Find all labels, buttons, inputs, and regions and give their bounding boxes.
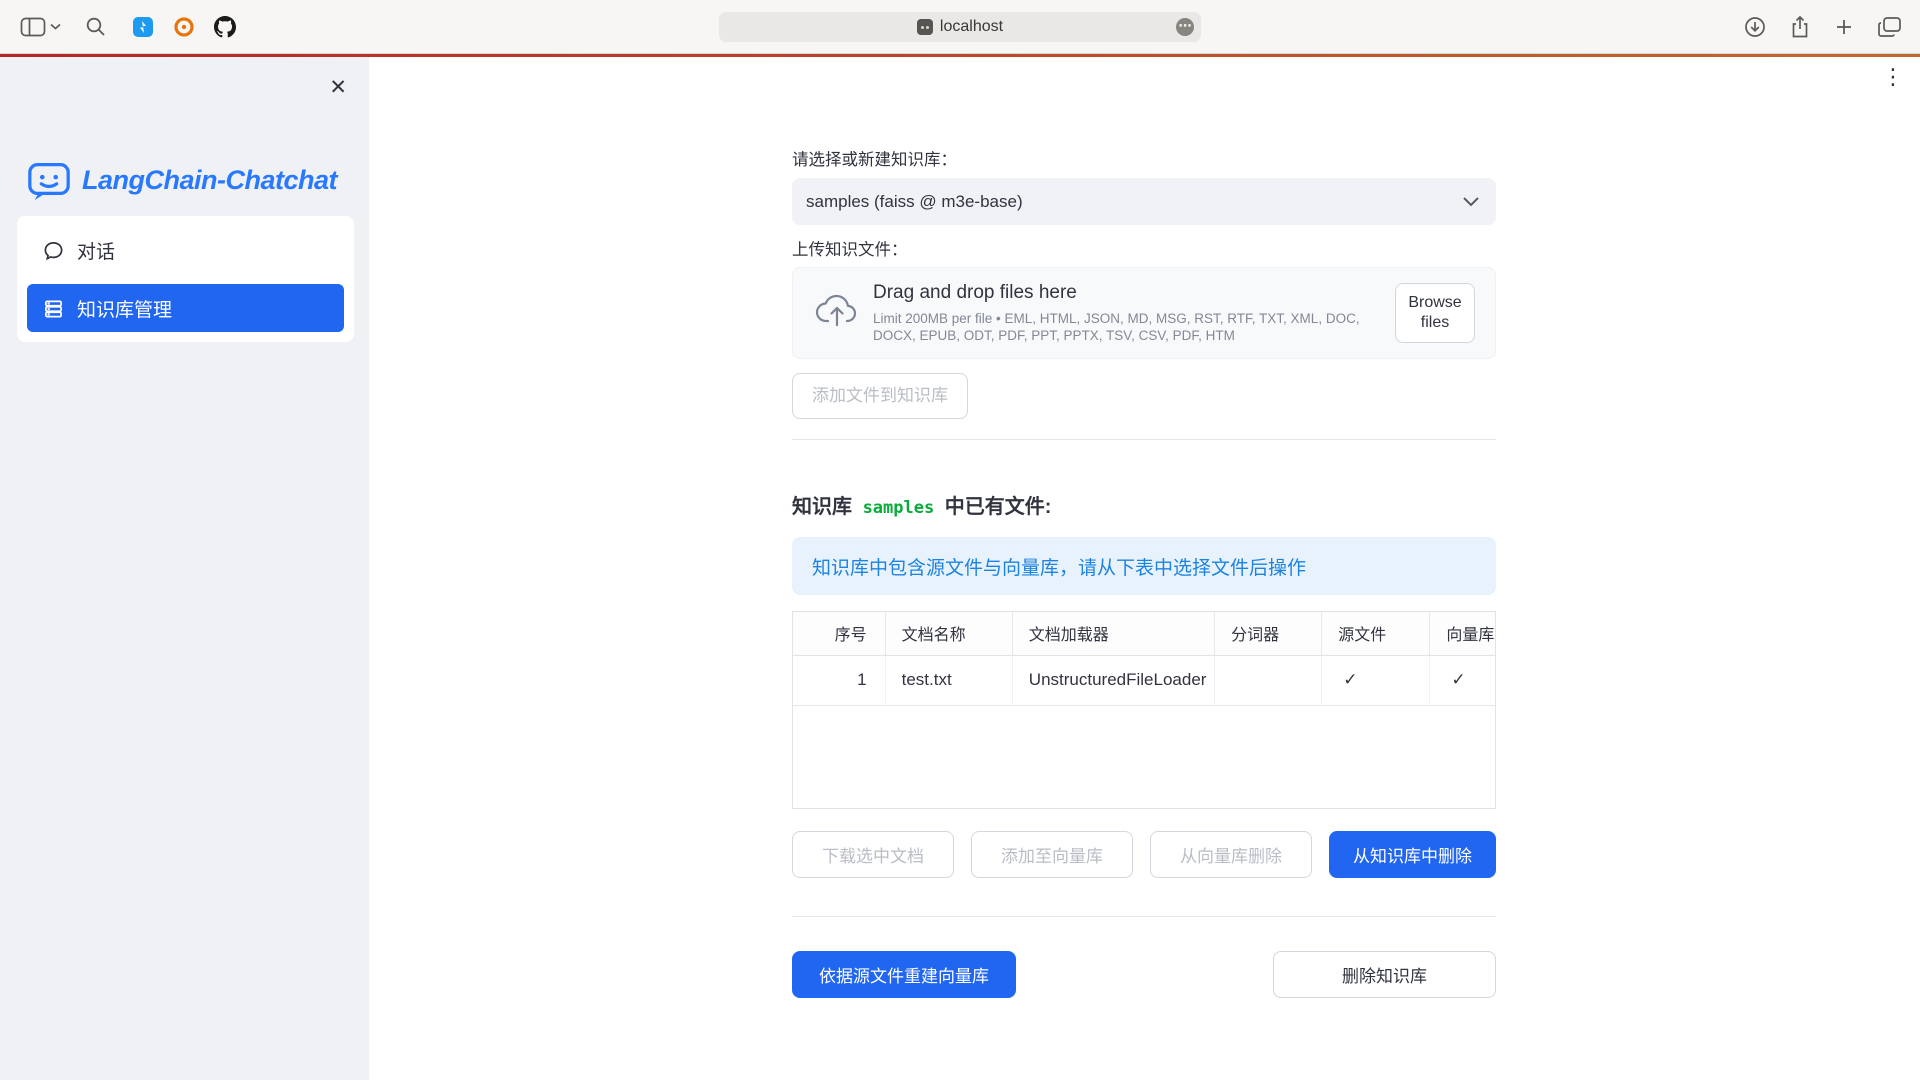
extension-icon-blue[interactable]: [132, 16, 154, 38]
delete-kb-button[interactable]: 删除知识库: [1273, 951, 1496, 998]
sidebar-nav: 对话 知识库管理: [17, 216, 354, 342]
chat-bubble-icon: [43, 240, 64, 261]
sidebar-close-icon[interactable]: ✕: [329, 77, 347, 98]
cell-vector-store-check[interactable]: ✓: [1430, 655, 1495, 705]
new-tab-icon[interactable]: [1834, 17, 1854, 37]
table-row[interactable]: 1 test.txt UnstructuredFileLoader ✓ ✓: [793, 655, 1495, 705]
cell-filename[interactable]: test.txt: [885, 655, 1012, 705]
cell-loader[interactable]: UnstructuredFileLoader: [1012, 655, 1214, 705]
sidebar: ✕ LangChain-Chatchat 对话: [0, 57, 369, 1080]
file-actions: 下载选中文档 添加至向量库 从向量库删除 从知识库中删除: [792, 831, 1496, 878]
address-bar[interactable]: localhost ⋯: [719, 12, 1201, 42]
add-to-vector-store-button[interactable]: 添加至向量库: [971, 831, 1133, 878]
address-url: localhost: [940, 18, 1003, 36]
kb-files-table[interactable]: 序号 文档名称 文档加载器 分词器 源文件 向量库 1 test.txt Uns…: [792, 611, 1496, 809]
sidebar-item-label: 知识库管理: [77, 295, 172, 322]
divider: [792, 439, 1496, 440]
upload-label: 上传知识文件：: [792, 242, 1496, 259]
info-banner-text: 知识库中包含源文件与向量库，请从下表中选择文件后操作: [812, 553, 1306, 580]
cloud-upload-icon: [811, 294, 857, 333]
file-uploader-dropzone[interactable]: Drag and drop files here Limit 200MB per…: [792, 267, 1496, 359]
col-header-source-file[interactable]: 源文件: [1322, 612, 1430, 655]
knowledge-base-icon: [43, 298, 64, 319]
kb-name-code: samples: [858, 498, 940, 518]
share-icon[interactable]: [1790, 15, 1810, 39]
app-logo: LangChain-Chatchat: [26, 157, 337, 203]
kb-select-label: 请选择或新建知识库：: [792, 152, 1496, 169]
sidebar-item-kb-management[interactable]: 知识库管理: [27, 284, 344, 332]
add-files-to-kb-button[interactable]: 添加文件到知识库: [792, 373, 968, 419]
sidebar-item-dialogue[interactable]: 对话: [27, 226, 344, 274]
cell-source-file-check[interactable]: ✓: [1322, 655, 1430, 705]
app-menu-icon[interactable]: ⋮: [1882, 66, 1904, 88]
kb-select[interactable]: samples (faiss @ m3e-base): [792, 178, 1496, 225]
sidebar-toggle-chevron-icon[interactable]: [50, 23, 61, 30]
cell-index[interactable]: 1: [793, 655, 885, 705]
browser-toolbar: localhost ⋯: [0, 0, 1920, 54]
rebuild-vector-store-button[interactable]: 依据源文件重建向量库: [792, 951, 1016, 998]
col-header-vector-store[interactable]: 向量库: [1430, 612, 1495, 655]
browse-files-button[interactable]: Browse files: [1395, 283, 1475, 343]
download-selected-button[interactable]: 下载选中文档: [792, 831, 954, 878]
divider: [792, 916, 1496, 917]
col-header-loader[interactable]: 文档加载器: [1012, 612, 1214, 655]
info-banner: 知识库中包含源文件与向量库，请从下表中选择文件后操作: [792, 537, 1496, 595]
col-header-filename[interactable]: 文档名称: [885, 612, 1012, 655]
uploader-texts: Drag and drop files here Limit 200MB per…: [873, 282, 1395, 344]
tab-overview-icon[interactable]: [1878, 16, 1902, 38]
chevron-down-icon: [1462, 196, 1480, 207]
table-empty-area: [793, 706, 1495, 808]
app-logo-icon: [26, 157, 72, 203]
github-icon[interactable]: [214, 16, 236, 38]
kb-select-value: samples (faiss @ m3e-base): [806, 192, 1462, 212]
uploader-title: Drag and drop files here: [873, 282, 1381, 304]
downloads-icon[interactable]: [1744, 16, 1766, 38]
kb-files-heading: 知识库 samples 中已有文件:: [792, 490, 1496, 519]
kb-files-heading-prefix: 知识库: [792, 496, 852, 518]
remove-from-vector-store-button[interactable]: 从向量库删除: [1150, 831, 1312, 878]
cell-splitter[interactable]: [1215, 655, 1322, 705]
app-logo-text: LangChain-Chatchat: [82, 165, 337, 196]
search-icon[interactable]: [85, 16, 106, 37]
kb-actions: 依据源文件重建向量库 删除知识库: [792, 951, 1496, 998]
table-header-row: 序号 文档名称 文档加载器 分词器 源文件 向量库: [793, 612, 1495, 655]
sidebar-item-label: 对话: [77, 237, 115, 264]
kb-files-heading-suffix: 中已有文件:: [945, 496, 1052, 518]
site-favicon: [917, 19, 933, 35]
col-header-splitter[interactable]: 分词器: [1215, 612, 1322, 655]
main-content: 请选择或新建知识库： samples (faiss @ m3e-base) 上传…: [792, 57, 1496, 998]
col-header-index[interactable]: 序号: [793, 612, 885, 655]
page-options-icon[interactable]: ⋯: [1176, 18, 1194, 36]
uploader-limit: Limit 200MB per file • EML, HTML, JSON, …: [873, 310, 1381, 344]
sidebar-toggle-icon[interactable]: [20, 16, 46, 38]
extension-icon-orange-ring[interactable]: [173, 16, 195, 38]
delete-from-kb-button[interactable]: 从知识库中删除: [1329, 831, 1496, 878]
